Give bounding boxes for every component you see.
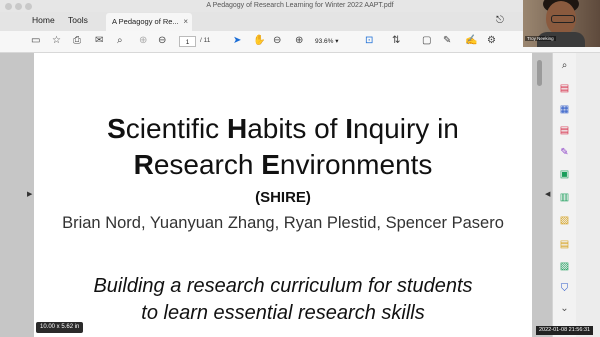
- print-production-icon[interactable]: ▨: [558, 261, 571, 273]
- next-page-icon[interactable]: ⊖: [158, 35, 166, 46]
- timestamp: 2022-01-08 21:56:31: [536, 326, 594, 335]
- slide-title-line1: Scientific Habits of Inquiry in: [107, 113, 459, 144]
- tab-bar: Home Tools: [0, 12, 600, 32]
- share-icon[interactable]: ⎋: [496, 15, 504, 26]
- webcam-name-tag: Troy Neeking: [525, 36, 556, 41]
- hand-icon[interactable]: ✋: [253, 35, 265, 46]
- comment-tool-icon[interactable]: ✎: [558, 147, 571, 159]
- person-glasses: [551, 15, 575, 23]
- zoom-out-icon[interactable]: ⊖: [273, 35, 281, 46]
- close-tab-icon[interactable]: ×: [183, 13, 188, 31]
- organize-pages-icon[interactable]: ▥: [558, 192, 571, 204]
- page-total: / 11: [200, 37, 211, 44]
- save-icon[interactable]: ▭: [31, 35, 40, 46]
- right-panel-toggle-icon[interactable]: ◀: [545, 190, 550, 198]
- page-size-tooltip: 10.00 x 5.62 in: [36, 322, 84, 333]
- vertical-scrollbar[interactable]: [536, 55, 543, 337]
- slide-title-line2: Research Environments: [133, 149, 433, 180]
- tab-home[interactable]: Home: [32, 15, 55, 25]
- right-tools-panel: ⌕ ▤ ▦ ▤ ✎ ▣ ▥ ▧ ▤ ▨ ⛉ ⌄: [552, 53, 576, 337]
- export-pdf-icon[interactable]: ▤: [558, 83, 571, 95]
- window-title: A Pedagogy of Research Learning for Wint…: [206, 2, 394, 9]
- pdf-page: Scientific Habits of Inquiry in Research…: [34, 53, 532, 337]
- more-tools-icon[interactable]: ⚙: [487, 35, 496, 46]
- slide-subtitle-line1: Building a research curriculum for stude…: [93, 275, 473, 297]
- search-panel-icon[interactable]: ⌕: [558, 60, 571, 72]
- slide-authors: Brian Nord, Yuanyuan Zhang, Ryan Plestid…: [62, 214, 504, 232]
- scrollbar-thumb[interactable]: [537, 60, 542, 86]
- email-icon[interactable]: ✉: [95, 35, 103, 46]
- star-icon[interactable]: ☆: [52, 35, 61, 46]
- select-cursor-icon[interactable]: ➤: [233, 35, 241, 46]
- comment-icon[interactable]: ▢: [422, 35, 431, 46]
- search-icon[interactable]: ⌕: [117, 35, 123, 46]
- window-titlebar: A Pedagogy of Research Learning for Wint…: [0, 0, 600, 12]
- create-pdf-icon[interactable]: ▦: [558, 104, 571, 116]
- protect-icon[interactable]: ▤: [558, 239, 571, 251]
- tab-tools[interactable]: Tools: [68, 15, 88, 25]
- shield-icon[interactable]: ⛉: [558, 283, 571, 295]
- left-panel-toggle-icon[interactable]: ▶: [27, 190, 32, 198]
- scan-ocr-icon[interactable]: ▧: [558, 215, 571, 227]
- tab-document[interactable]: A Pedagogy of Re... ×: [106, 13, 192, 31]
- tab-document-label: A Pedagogy of Re...: [112, 17, 179, 26]
- scroll-mode-icon[interactable]: ⇅: [392, 35, 400, 46]
- fit-page-icon[interactable]: ⊡: [365, 35, 373, 46]
- zoom-level: 93.6%: [315, 38, 334, 45]
- edit-pdf-icon[interactable]: ▤: [558, 125, 571, 137]
- chevron-down-icon[interactable]: ⌄: [558, 303, 571, 315]
- prev-page-icon[interactable]: ⊕: [139, 35, 147, 46]
- toolbar: ▭ ☆ ⎙ ✉ ⌕ ⊕ ⊖ ➤ ✋ ⊖ ⊕ ⊡ ⇅ ▢ ✎ ✍ ⚙: [0, 31, 600, 53]
- slide-acronym: (SHIRE): [255, 189, 311, 206]
- combine-files-icon[interactable]: ▣: [558, 169, 571, 181]
- page-number-input[interactable]: 1: [179, 36, 196, 47]
- highlight-icon[interactable]: ✎: [443, 35, 451, 46]
- print-icon[interactable]: ⎙: [73, 35, 81, 46]
- sign-icon[interactable]: ✍: [465, 35, 477, 46]
- slide-subtitle-line2: to learn essential research skills: [141, 302, 425, 324]
- zoom-in-icon[interactable]: ⊕: [295, 35, 303, 46]
- zoom-level-select[interactable]: 93.6% ▾: [315, 36, 345, 47]
